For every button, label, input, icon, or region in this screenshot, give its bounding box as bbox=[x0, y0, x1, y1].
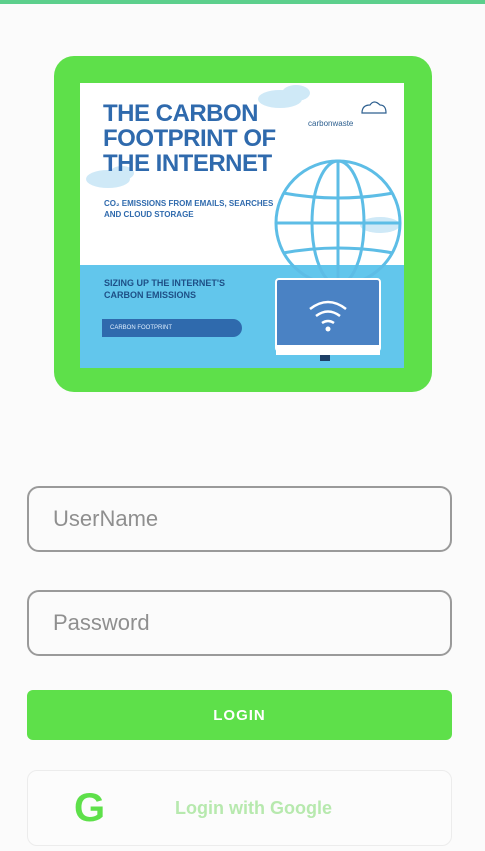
poster-section-heading: SIZING UP THE INTERNET'S CARBON EMISSION… bbox=[104, 278, 225, 300]
poster-pill: CARBON FOOTPRINT bbox=[102, 319, 242, 337]
username-input[interactable] bbox=[27, 486, 452, 552]
monitor-icon bbox=[275, 278, 381, 361]
globe-icon bbox=[274, 159, 402, 287]
login-button[interactable]: LOGIN bbox=[27, 690, 452, 740]
top-status-bar bbox=[0, 0, 485, 4]
poster-brand: carbonwaste bbox=[308, 119, 354, 128]
google-login-label: Login with Google bbox=[175, 798, 332, 818]
banner-frame: THE CARBON FOOTPRINT OF THE INTERNET CO₂… bbox=[54, 56, 432, 392]
google-login-button[interactable]: G Login with Google bbox=[27, 770, 452, 846]
poster-title: THE CARBON FOOTPRINT OF THE INTERNET bbox=[103, 100, 276, 177]
banner-image: THE CARBON FOOTPRINT OF THE INTERNET CO₂… bbox=[80, 83, 404, 368]
password-input[interactable] bbox=[27, 590, 452, 656]
poster-subtitle: CO₂ EMISSIONS FROM EMAILS, SEARCHES AND … bbox=[104, 199, 274, 219]
brand-cloud-icon bbox=[361, 101, 387, 114]
